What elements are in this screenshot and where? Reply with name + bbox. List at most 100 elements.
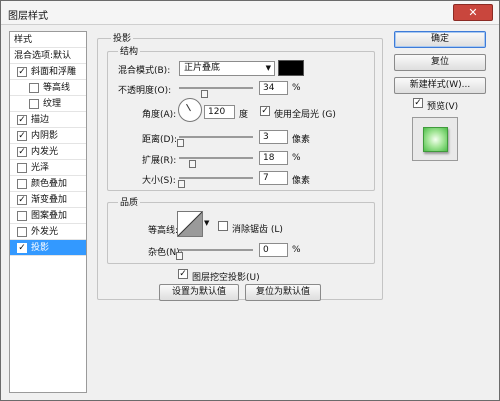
dropdown-arrow-icon: ▼ bbox=[265, 64, 271, 72]
noise-slider-thumb[interactable] bbox=[176, 252, 183, 260]
style-item-drop-shadow[interactable]: ✓ 投影 bbox=[10, 240, 86, 256]
style-item-label: 图案叠加 bbox=[31, 211, 68, 221]
style-item-texture[interactable]: 纹理 bbox=[10, 96, 86, 112]
noise-slider-track[interactable] bbox=[179, 249, 253, 251]
style-item-label: 渐变叠加 bbox=[31, 195, 68, 205]
style-checkbox[interactable]: ✓ bbox=[17, 147, 27, 157]
layer-style-dialog: 图层样式 ✕ 样式 混合选项:默认 ✓ 斜面和浮雕 等高线 纹理 ✓ 描边 ✓ … bbox=[0, 0, 500, 401]
style-checkbox[interactable] bbox=[17, 227, 27, 237]
style-item-gradient-overlay[interactable]: ✓ 渐变叠加 bbox=[10, 192, 86, 208]
spread-input[interactable]: 18 bbox=[259, 151, 288, 165]
contour-label: 等高线: bbox=[148, 226, 179, 236]
style-item-inner-shadow[interactable]: ✓ 内阴影 bbox=[10, 128, 86, 144]
global-light-checkbox[interactable]: ✓ bbox=[260, 106, 270, 116]
angle-dial-needle bbox=[186, 103, 191, 112]
style-item-label: 内发光 bbox=[31, 147, 59, 157]
style-item-label: 纹理 bbox=[43, 99, 62, 109]
style-item-pattern-overlay[interactable]: 图案叠加 bbox=[10, 208, 86, 224]
opacity-label: 不透明度(O): bbox=[118, 86, 172, 96]
style-item-color-overlay[interactable]: 颜色叠加 bbox=[10, 176, 86, 192]
style-checkbox[interactable]: ✓ bbox=[17, 131, 27, 141]
size-unit: 像素 bbox=[292, 176, 311, 186]
style-checkbox[interactable] bbox=[17, 179, 27, 189]
blend-mode-label: 混合模式(B): bbox=[118, 66, 171, 76]
style-checkbox[interactable]: ✓ bbox=[17, 67, 27, 77]
distance-unit: 像素 bbox=[292, 135, 311, 145]
style-preview-box bbox=[412, 117, 458, 161]
size-slider-thumb[interactable] bbox=[178, 180, 186, 188]
preview-checkbox[interactable]: ✓ bbox=[413, 98, 423, 108]
close-icon: ✕ bbox=[468, 6, 478, 19]
opacity-slider-track[interactable] bbox=[179, 87, 253, 89]
style-item-contour[interactable]: 等高线 bbox=[10, 80, 86, 96]
style-list-header: 样式 bbox=[10, 32, 86, 48]
style-item-outer-glow[interactable]: 外发光 bbox=[10, 224, 86, 240]
blend-mode-value: 正片叠底 bbox=[184, 63, 221, 73]
spread-label: 扩展(R): bbox=[142, 156, 177, 166]
style-list: 样式 混合选项:默认 ✓ 斜面和浮雕 等高线 纹理 ✓ 描边 ✓ 内阴影 ✓ 内… bbox=[9, 31, 87, 393]
style-item-label: 斜面和浮雕 bbox=[31, 67, 77, 77]
structure-title: 结构 bbox=[118, 44, 141, 57]
angle-label: 角度(A): bbox=[142, 110, 177, 120]
angle-input[interactable]: 120 bbox=[204, 105, 235, 119]
blending-options-item[interactable]: 混合选项:默认 bbox=[10, 48, 86, 64]
size-input[interactable]: 7 bbox=[259, 171, 288, 185]
drop-shadow-title: 投影 bbox=[111, 31, 134, 44]
style-item-label: 外发光 bbox=[31, 227, 59, 237]
opacity-unit: % bbox=[292, 83, 301, 93]
angle-unit: 度 bbox=[239, 110, 249, 120]
distance-label: 距离(D): bbox=[142, 135, 177, 145]
window-title: 图层样式 bbox=[8, 11, 48, 22]
style-checkbox[interactable] bbox=[17, 163, 27, 173]
size-label: 大小(S): bbox=[142, 176, 176, 186]
style-preview-swatch bbox=[423, 127, 448, 152]
shadow-color-swatch[interactable] bbox=[278, 60, 304, 76]
distance-input[interactable]: 3 bbox=[259, 130, 288, 144]
ok-button[interactable]: 确定 bbox=[394, 31, 486, 48]
opacity-input[interactable]: 34 bbox=[259, 81, 288, 95]
contour-curve-icon bbox=[178, 212, 202, 236]
knockout-label: 图层挖空投影(U) bbox=[192, 273, 260, 283]
style-item-inner-glow[interactable]: ✓ 内发光 bbox=[10, 144, 86, 160]
style-item-label: 光泽 bbox=[31, 163, 50, 173]
style-item-bevel-emboss[interactable]: ✓ 斜面和浮雕 bbox=[10, 64, 86, 80]
preview-label: 预览(V) bbox=[427, 102, 459, 112]
noise-input[interactable]: 0 bbox=[259, 243, 288, 257]
size-slider-track[interactable] bbox=[179, 177, 253, 179]
distance-slider-track[interactable] bbox=[179, 136, 253, 138]
style-checkbox[interactable] bbox=[29, 83, 39, 93]
spread-slider-thumb[interactable] bbox=[189, 160, 197, 168]
style-item-stroke[interactable]: ✓ 描边 bbox=[10, 112, 86, 128]
contour-dropdown-arrow-icon[interactable]: ▼ bbox=[204, 219, 209, 227]
spread-slider-track[interactable] bbox=[179, 157, 253, 159]
make-default-button[interactable]: 设置为默认值 bbox=[159, 284, 239, 301]
style-item-label: 投影 bbox=[31, 243, 50, 253]
title-bar: 图层样式 ✕ bbox=[1, 1, 499, 25]
knockout-checkbox[interactable]: ✓ bbox=[178, 269, 188, 279]
distance-slider-thumb[interactable] bbox=[177, 139, 185, 147]
reset-button[interactable]: 复位 bbox=[394, 54, 486, 71]
angle-dial[interactable] bbox=[178, 98, 202, 122]
style-checkbox[interactable]: ✓ bbox=[17, 195, 27, 205]
style-checkbox[interactable] bbox=[17, 211, 27, 221]
quality-title: 品质 bbox=[118, 195, 141, 208]
style-item-satin[interactable]: 光泽 bbox=[10, 160, 86, 176]
close-button[interactable]: ✕ bbox=[453, 4, 493, 21]
style-item-label: 颜色叠加 bbox=[31, 179, 68, 189]
blend-mode-select[interactable]: 正片叠底 ▼ bbox=[179, 61, 275, 76]
spread-unit: % bbox=[292, 153, 301, 163]
anti-alias-label: 消除锯齿 (L) bbox=[232, 225, 283, 235]
contour-picker[interactable] bbox=[177, 211, 203, 237]
reset-default-button[interactable]: 复位为默认值 bbox=[245, 284, 321, 301]
style-item-label: 描边 bbox=[31, 115, 50, 125]
global-light-label: 使用全局光 (G) bbox=[274, 110, 336, 120]
style-checkbox[interactable]: ✓ bbox=[17, 115, 27, 125]
style-item-label: 等高线 bbox=[43, 83, 71, 93]
opacity-slider-thumb[interactable] bbox=[201, 90, 209, 98]
style-checkbox[interactable]: ✓ bbox=[17, 243, 27, 253]
anti-alias-checkbox[interactable] bbox=[218, 221, 228, 231]
new-style-button[interactable]: 新建样式(W)... bbox=[394, 77, 486, 94]
noise-unit: % bbox=[292, 245, 301, 255]
style-checkbox[interactable] bbox=[29, 99, 39, 109]
style-item-label: 内阴影 bbox=[31, 131, 59, 141]
